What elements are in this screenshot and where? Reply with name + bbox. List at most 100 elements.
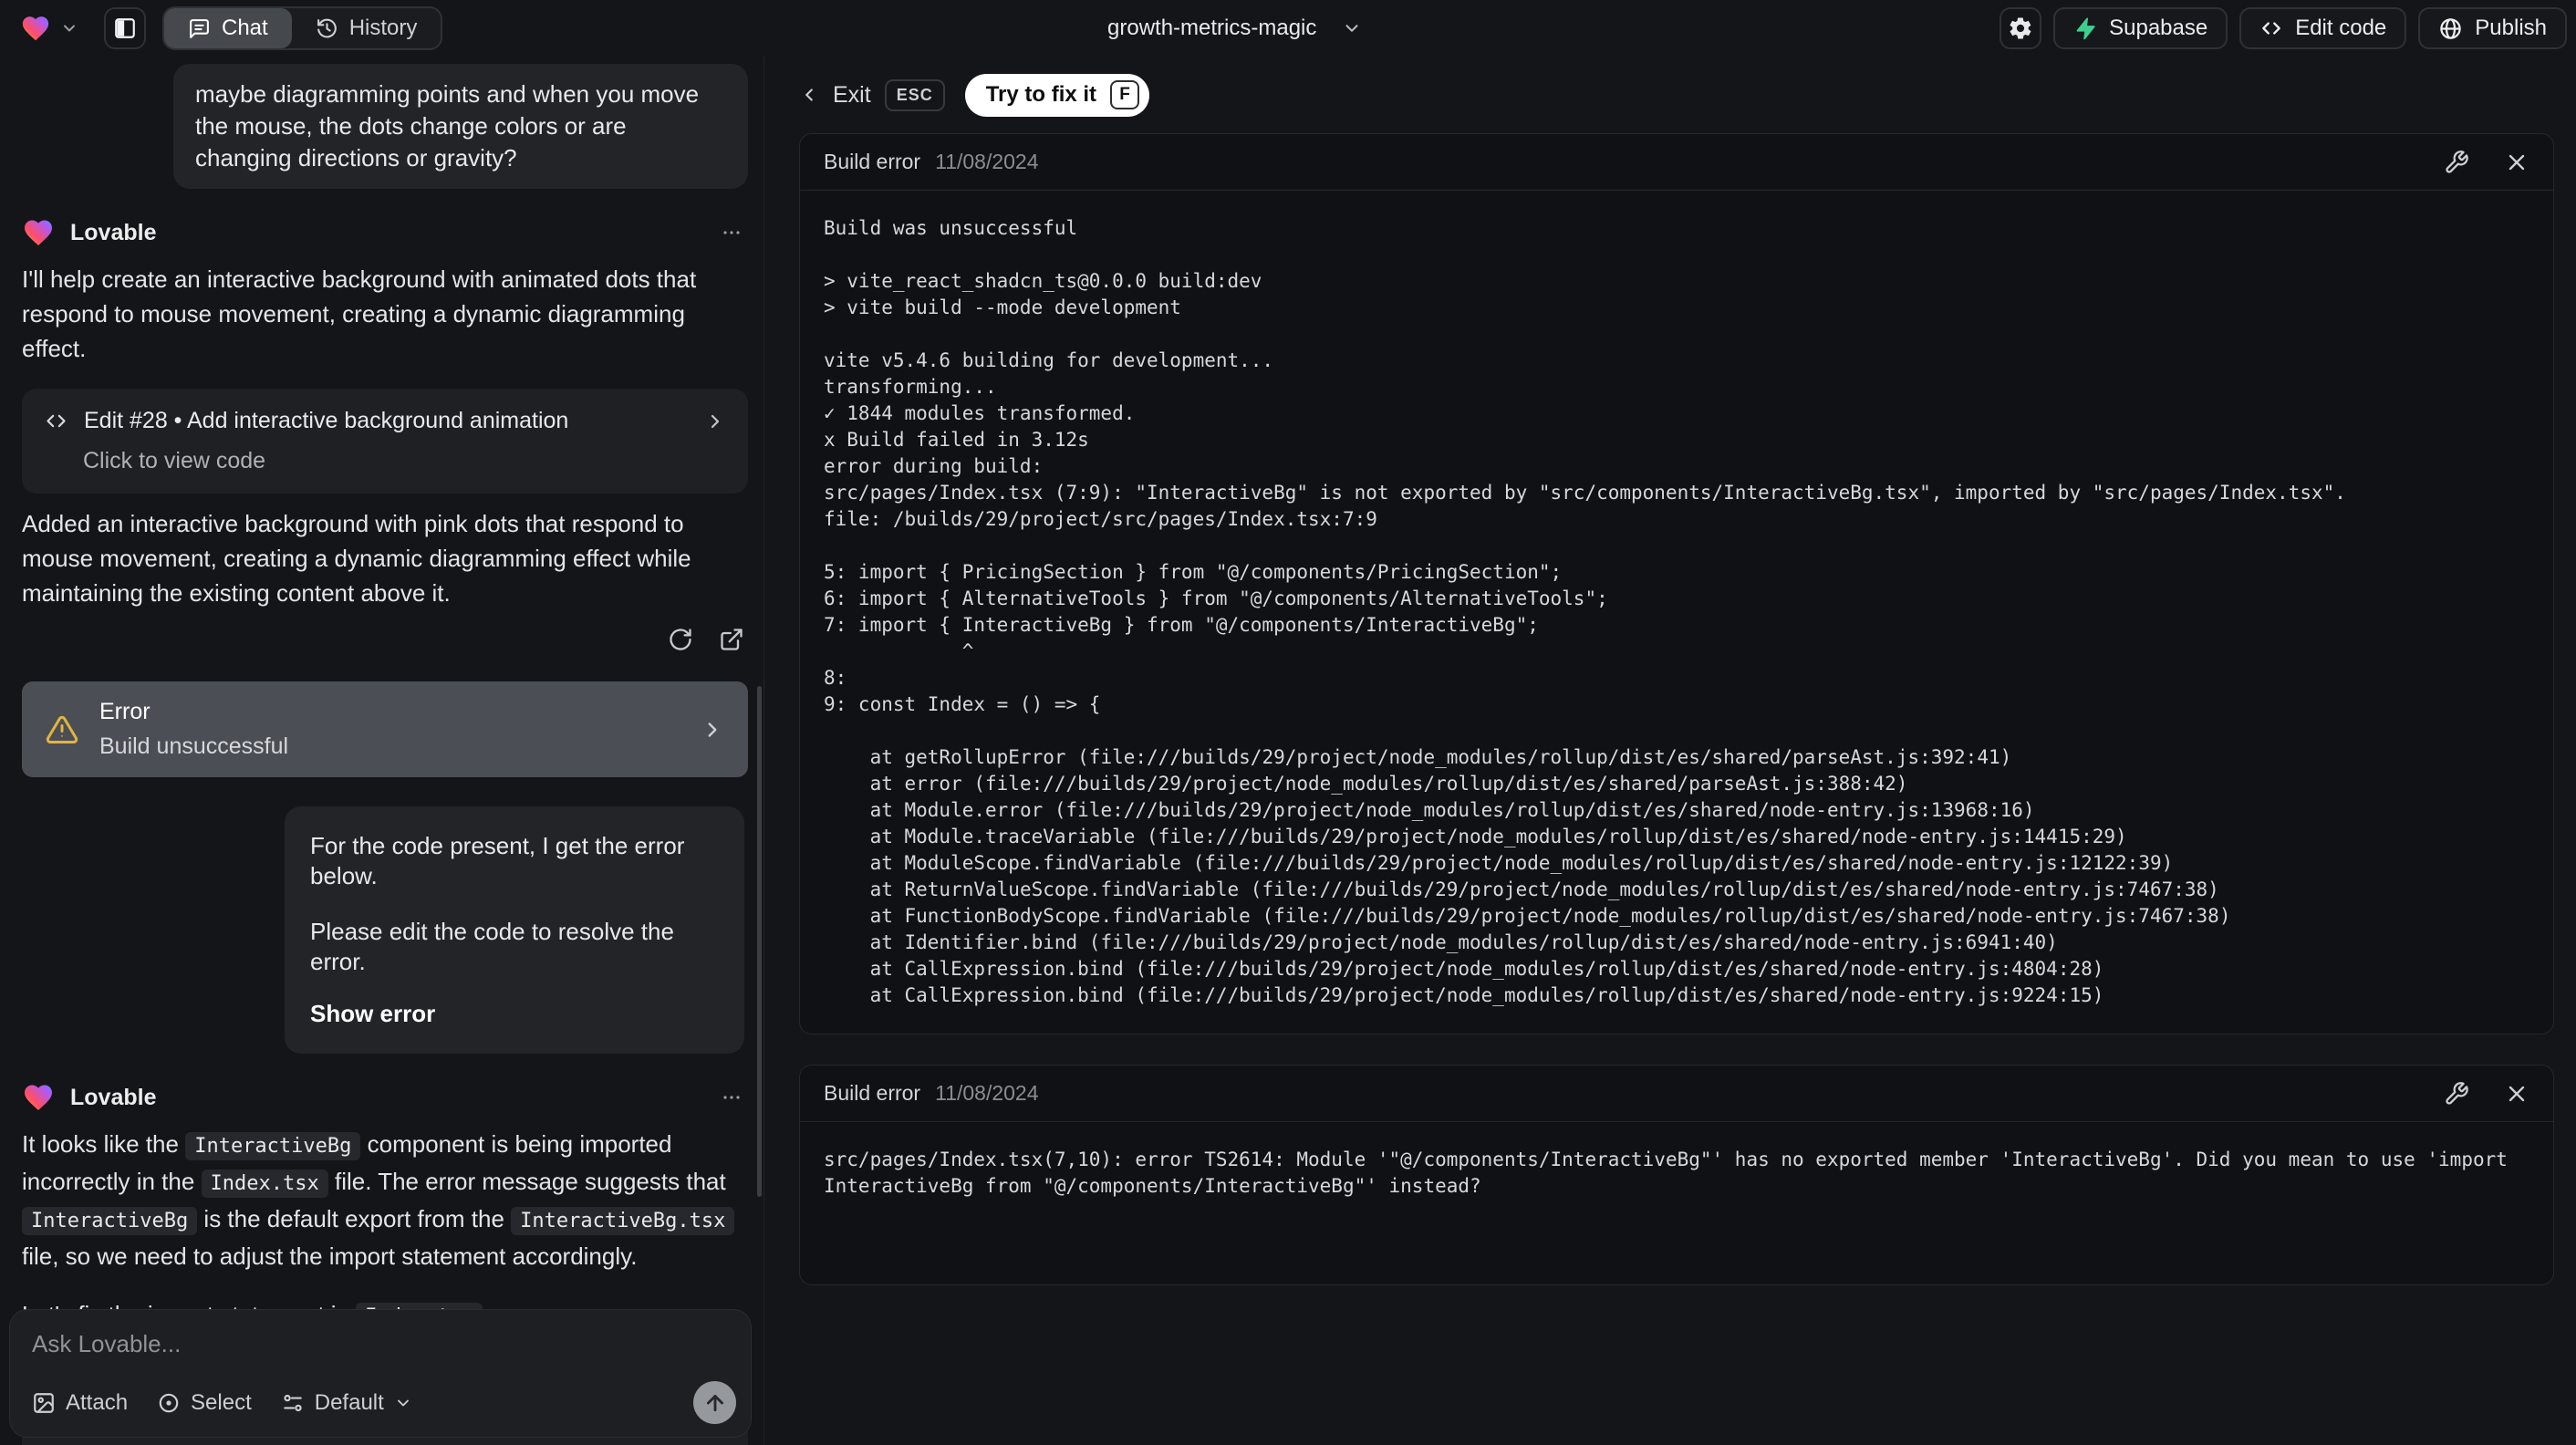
f-key-badge: F [1110,80,1140,109]
input-controls: Attach Select Default [32,1381,736,1424]
settings-button[interactable] [2000,7,2042,49]
restore-icon[interactable] [668,627,693,652]
chevron-down-icon [394,1394,412,1412]
user-message: For the code present, I get the error be… [285,806,744,1054]
message-text: file. The error message suggests that [327,1168,726,1195]
edit-code-button[interactable]: Edit code [2239,7,2407,49]
build-error-banner[interactable]: Error Build unsuccessful [22,681,748,777]
user-message: maybe diagramming points and when you mo… [173,64,748,189]
panel-left-icon [115,18,135,38]
lovable-heart-icon [20,13,51,44]
message-text: It looks like the [22,1130,186,1158]
edit-card-title: Edit #28 • Add interactive background an… [84,408,569,433]
assistant-message-header: Lovable [22,216,748,249]
esc-key-badge: ESC [884,78,945,111]
code-icon [44,409,68,433]
edit-code-label: Edit code [2295,16,2387,40]
chat-input-box: Attach Select Default [9,1309,752,1438]
history-icon [316,17,338,40]
error-card-title: Build error [824,150,921,173]
assistant-message: It looks like the InteractiveBg componen… [22,1127,748,1273]
exit-button[interactable]: Exit ESC [799,78,945,111]
tab-chat[interactable]: Chat [164,8,292,48]
inline-code: InteractiveBg.tsx [511,1207,735,1235]
publish-button[interactable]: Publish [2418,7,2567,49]
edit-card-subtitle: Click to view code [83,448,266,473]
main-layout: maybe diagramming points and when you mo… [0,57,2576,1445]
more-options-icon[interactable] [721,222,748,244]
chat-bubble-icon [188,17,211,40]
error-card-title: Build error [824,1081,921,1105]
edit-card-28[interactable]: Edit #28 • Add interactive background an… [22,389,748,494]
target-icon [157,1391,181,1415]
assistant-name: Lovable [70,219,157,245]
attach-button[interactable]: Attach [32,1390,128,1416]
project-name: growth-metrics-magic [1107,16,1317,40]
supabase-button[interactable]: Supabase [2053,7,2228,49]
chat-scrollbar[interactable] [757,686,762,1197]
sidebar-toggle-button[interactable] [104,7,146,49]
assistant-message: Added an interactive background with pin… [22,510,691,607]
warning-triangle-icon [46,713,78,746]
more-options-icon[interactable] [721,1086,748,1108]
lovable-logo-menu[interactable] [20,13,78,44]
fix-wrench-icon[interactable] [2444,1081,2469,1107]
send-button[interactable] [693,1381,736,1424]
chat-message-list: maybe diagramming points and when you mo… [0,57,763,1445]
chat-panel: maybe diagramming points and when you mo… [0,57,764,1445]
tab-chat-label: Chat [222,16,268,40]
build-error-log: src/pages/Index.tsx(7,10): error TS2614:… [824,1149,2519,1197]
chevron-right-icon [704,411,726,432]
arrow-up-icon [706,1394,723,1411]
preview-panel: Exit ESC Try to fix it F Build error 11/… [764,57,2576,1445]
chevron-down-icon [1342,18,1362,38]
select-button[interactable]: Select [157,1390,252,1416]
fix-wrench-icon[interactable] [2444,150,2469,175]
code-icon [2259,16,2283,40]
mode-label: Default [314,1389,384,1415]
sliders-icon [281,1391,305,1415]
topbar: Chat History growth-metrics-magic Supaba… [0,0,2576,57]
chevron-down-icon [60,19,78,37]
error-banner-title: Error [99,699,151,724]
tab-history-label: History [348,16,418,40]
error-card-date: 11/08/2024 [935,150,1039,173]
error-card-date: 11/08/2024 [935,1081,1039,1105]
inline-code: InteractiveBg [185,1132,361,1160]
try-to-fix-button[interactable]: Try to fix it F [964,73,1150,117]
error-banner-subtitle: Build unsuccessful [99,733,289,759]
build-error-card-2: Build error 11/08/2024 src/pages/Index.t… [799,1065,2554,1285]
build-error-log: Build was unsuccessful > vite_react_shad… [824,217,2346,1006]
inline-code: Index.tsx [201,1170,328,1198]
project-switcher[interactable]: growth-metrics-magic [1107,0,1362,57]
fix-label: Try to fix it [985,82,1097,107]
close-icon[interactable] [2504,1081,2529,1107]
close-icon[interactable] [2504,150,2529,175]
mode-selector[interactable]: Default [281,1390,412,1416]
gear-icon [2010,17,2031,39]
tab-history[interactable]: History [292,8,441,48]
user-message-line: Please edit the code to resolve the erro… [310,918,674,975]
select-label: Select [191,1389,252,1415]
error-card-header: Build error 11/08/2024 [800,1066,2553,1122]
globe-icon [2438,16,2463,41]
assistant-message-header: Lovable [22,1081,748,1114]
chevron-left-icon [799,85,819,105]
inline-code: InteractiveBg [22,1207,198,1235]
lovable-heart-icon [22,1081,55,1114]
ask-lovable-input[interactable] [32,1330,729,1358]
preview-header: Exit ESC Try to fix it F [799,71,2554,119]
message-text: file, so we need to adjust the import st… [22,1242,638,1270]
open-preview-icon[interactable] [719,627,744,652]
attach-label: Attach [66,1389,129,1415]
supabase-label: Supabase [2109,16,2208,40]
chevron-right-icon [701,718,724,742]
show-error-link[interactable]: Show error [310,999,719,1029]
supabase-bolt-icon [2073,16,2097,40]
image-icon [32,1391,56,1415]
exit-label: Exit [833,81,871,108]
publish-label: Publish [2475,16,2547,40]
message-text: is the default export from the [197,1205,512,1232]
assistant-name: Lovable [70,1084,157,1110]
lovable-heart-icon [22,216,55,249]
